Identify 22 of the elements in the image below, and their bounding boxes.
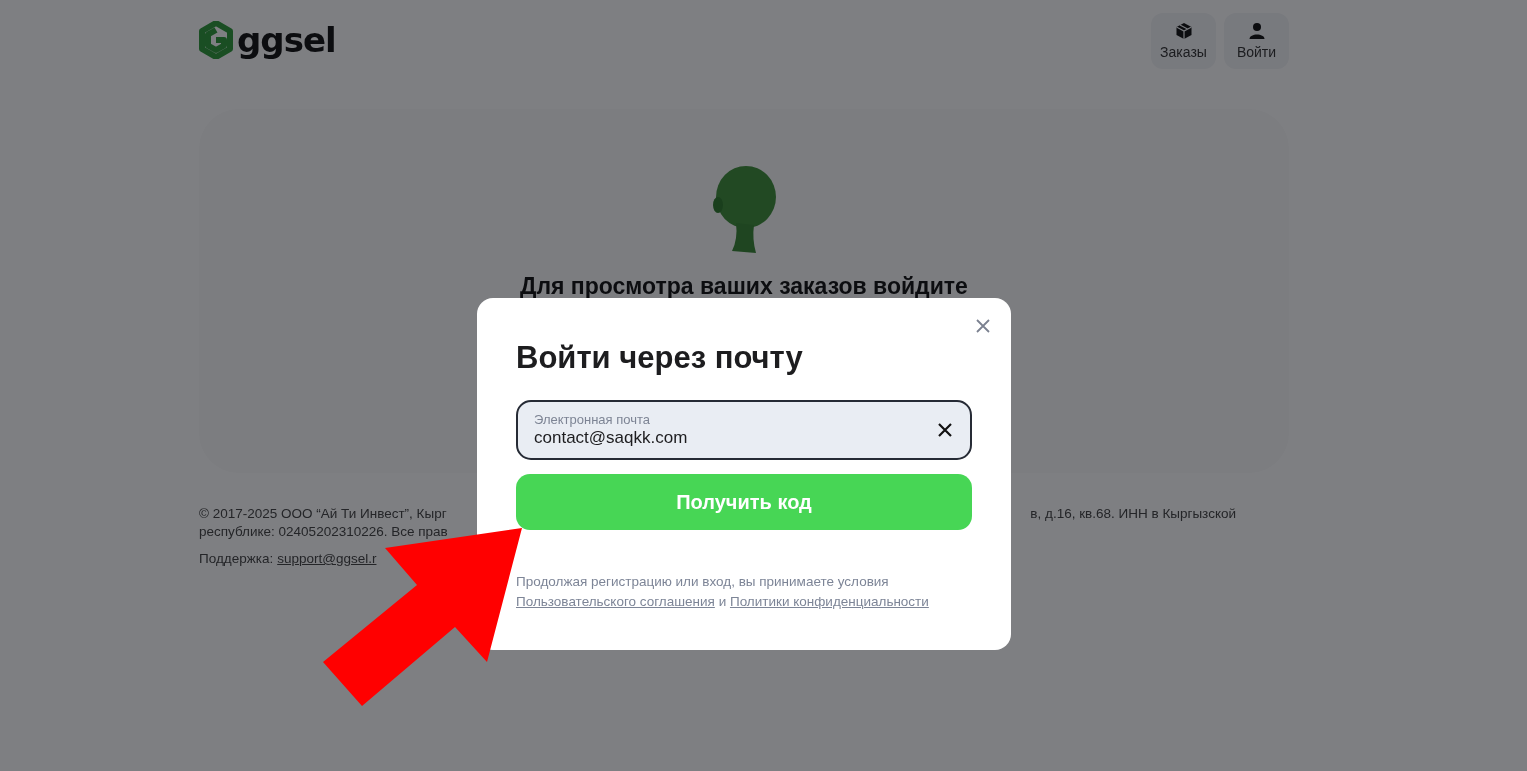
nav-button[interactable]: Войти: [1224, 13, 1289, 69]
email-input[interactable]: contact@saqkk.com: [534, 428, 936, 448]
support-label: Поддержка:: [199, 550, 274, 568]
logo-text[interactable]: ggsel: [237, 20, 336, 60]
field-label: Электронная почта: [534, 412, 651, 427]
nav-button[interactable]: Заказы: [1151, 13, 1216, 69]
email-field[interactable]: Электронная почта contact@saqkk.com: [516, 400, 972, 460]
orders-heading: Для просмотра ваших заказов войдите: [520, 273, 968, 300]
box-icon: [1174, 22, 1193, 40]
user-icon: [1247, 22, 1266, 40]
user-agreement-link[interactable]: Пользовательского соглашения: [516, 594, 715, 609]
close-icon: [975, 318, 991, 334]
logo-icon: [199, 21, 233, 59]
copyright-text: республике: 02405202310226. Все прав: [199, 523, 448, 541]
clear-button[interactable]: [936, 421, 954, 439]
copyright-text: © 2017-2025 ООО “Ай Ти Инвест”, Кырг: [199, 505, 448, 523]
dialog-title: Войти через почту: [516, 340, 804, 376]
terms-text: Продолжая регистрацию или вход, вы принимаете условия Пользовательского соглашения и Политики конфиденциальности: [516, 573, 930, 611]
support-email-link[interactable]: support@ggsel.r: [277, 550, 377, 568]
close-icon: [937, 422, 953, 438]
copyright-text: в, д.16, кв.68. ИНН в Кыргызской: [1030, 505, 1236, 523]
privacy-policy-link[interactable]: Политики конфиденциальности: [729, 594, 929, 609]
